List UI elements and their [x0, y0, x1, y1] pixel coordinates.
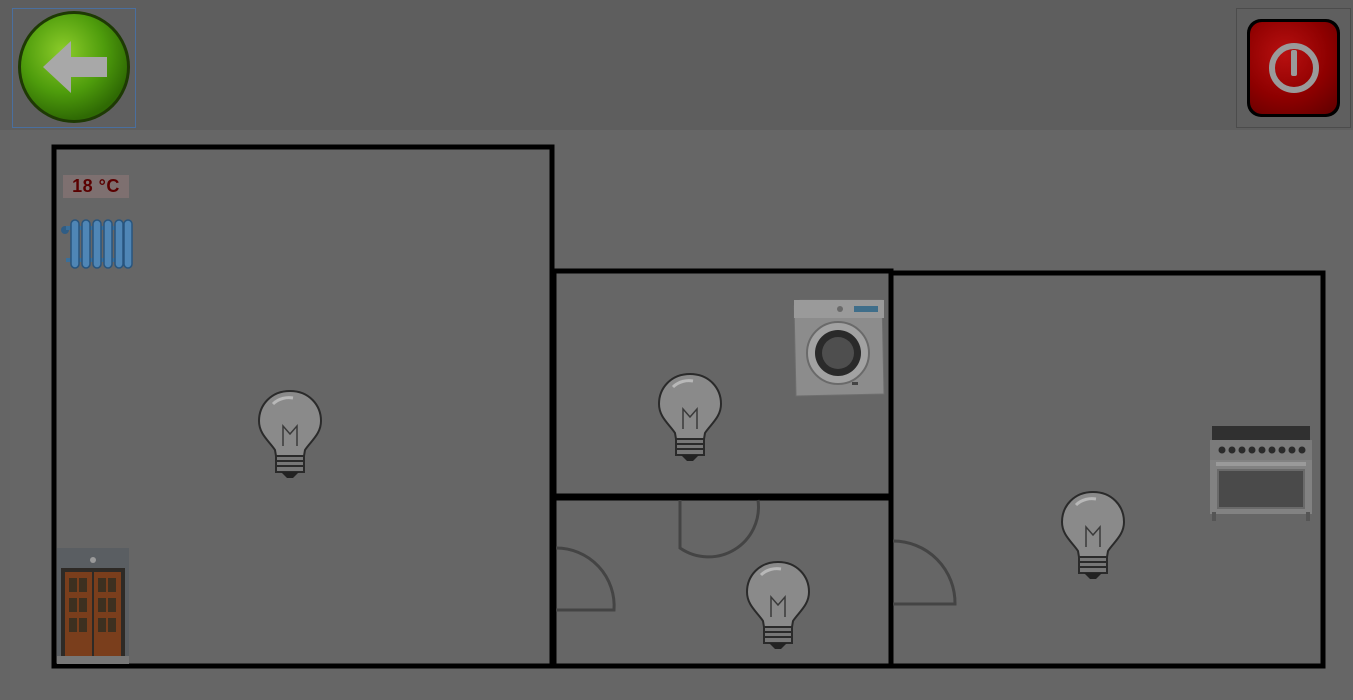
- washing-machine-icon[interactable]: [792, 298, 886, 398]
- power-button[interactable]: [1236, 8, 1351, 128]
- light-bulb-icon[interactable]: [655, 371, 725, 463]
- radiator-icon[interactable]: [58, 214, 136, 272]
- front-door-icon[interactable]: [57, 548, 129, 664]
- room-hallway[interactable]: [556, 500, 889, 664]
- stove-oven-icon[interactable]: [1210, 426, 1314, 522]
- light-bulb-icon[interactable]: [743, 559, 813, 651]
- back-button[interactable]: [12, 8, 136, 128]
- light-bulb-icon[interactable]: [255, 388, 325, 480]
- top-bar: [0, 0, 1353, 130]
- light-bulb-icon[interactable]: [1058, 489, 1128, 581]
- power-icon: [1269, 43, 1319, 93]
- temperature-label: 18 °C: [63, 175, 129, 198]
- back-arrow-icon: [18, 11, 130, 123]
